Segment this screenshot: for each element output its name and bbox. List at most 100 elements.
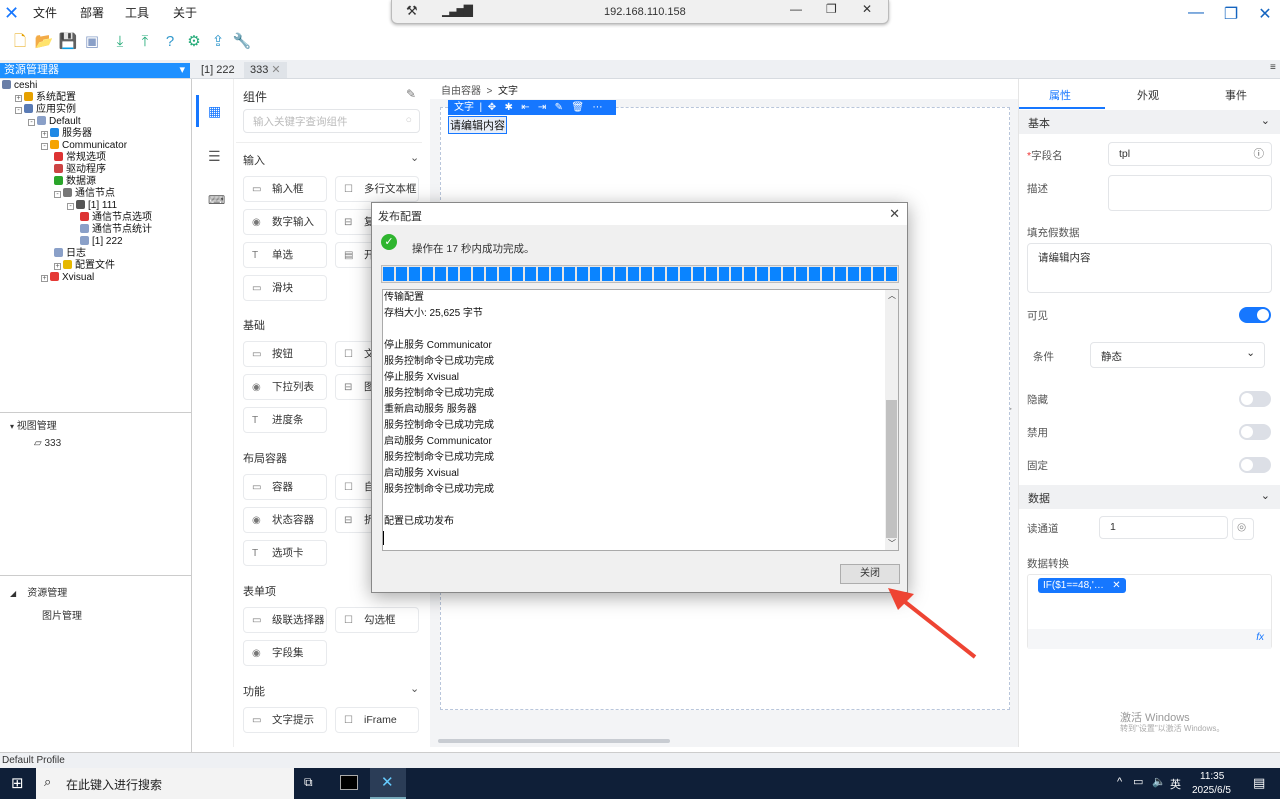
terminal-app-icon[interactable] [340,775,358,790]
more-icon[interactable]: ⋯ [592,102,602,113]
res-mgmt-header[interactable]: ◢ 资源管理 [10,584,67,599]
remote-close-button[interactable]: ✕ [862,2,872,16]
component-search-input[interactable]: 输入关键字查询组件 ○ [243,109,420,133]
basic-group-header[interactable]: 基本 ⌄ [1019,110,1280,134]
import-icon[interactable]: ⤓ [110,32,130,52]
chevron-down-icon[interactable]: ▾ [179,63,185,78]
edit-icon[interactable]: ✎ [555,102,563,113]
component-item[interactable]: ▭ 级联选择器 [243,607,327,633]
menu-about[interactable]: 关于 [173,4,197,21]
components-icon[interactable]: ▦ [208,103,221,120]
transform-box[interactable]: IF($1==48,'… ✕ fx [1027,574,1272,649]
task-view-icon[interactable]: ⧉ [304,775,313,790]
pin-off-icon[interactable]: ⚒ [406,3,418,19]
component-section-title[interactable]: 基础 [243,317,265,333]
tree-item[interactable]: - Default [2,116,152,128]
collapse-icon[interactable]: - [28,119,35,126]
component-item[interactable]: ◉ 字段集 [243,640,327,666]
collapse-icon[interactable]: - [54,191,61,198]
info-icon[interactable]: ⓘ [1254,146,1265,161]
remote-minimize-button[interactable]: — [790,2,802,16]
tree-item[interactable]: + 服务器 [2,128,152,140]
component-item[interactable]: T 单选 [243,242,327,268]
component-section-title[interactable]: 表单项 [243,583,276,599]
open-icon[interactable]: 📂 [34,32,54,52]
dialog-close-icon[interactable]: ✕ [889,206,900,222]
collapse-icon[interactable]: - [67,203,74,210]
horizontal-scrollbar[interactable] [438,739,670,743]
close-button[interactable]: ✕ [1253,4,1277,24]
fake-data-textarea[interactable]: 请编辑内容 [1027,243,1272,293]
function-icon[interactable]: fx [1256,632,1264,643]
component-item[interactable]: ◉ 状态容器 [243,507,327,533]
field-name-input[interactable]: tpl ⓘ [1108,142,1272,166]
tab-222[interactable]: [1] 222 [195,62,241,78]
hidden-toggle[interactable] [1239,391,1271,407]
code-icon[interactable]: ⌨ [208,193,225,207]
minimize-button[interactable]: — [1184,4,1208,24]
maximize-button[interactable]: ❐ [1219,4,1243,24]
tree-item[interactable]: 常规选项 [2,152,152,164]
tree-item[interactable]: 驱动程序 [2,164,152,176]
scroll-down-icon[interactable]: ﹀ [888,538,896,549]
expand-icon[interactable]: + [41,275,48,282]
save-icon[interactable]: 💾 [58,32,78,52]
menu-deploy[interactable]: 部署 [80,4,104,21]
component-item[interactable]: ▭ 滑块 [243,275,327,301]
breadcrumb-item[interactable]: 自由容器 [441,86,481,97]
view-mgmt-header[interactable]: ▾ 视图管理 [10,417,57,432]
fixed-toggle[interactable] [1239,457,1271,473]
scroll-up-icon[interactable]: ︿ [888,290,896,301]
read-channel-input[interactable]: 1 [1099,516,1228,539]
component-item[interactable]: ▭ 文字提示 [243,707,327,733]
component-item[interactable]: T 选项卡 [243,540,327,566]
chevron-down-icon[interactable]: ⌄ [410,682,419,695]
view-item-333[interactable]: ▱ 333 [34,438,61,449]
help-icon[interactable]: ? [160,32,180,52]
menu-tools[interactable]: 工具 [125,4,149,21]
upload-icon[interactable]: ⇪ [208,32,228,52]
taskbar-search[interactable]: ⌕ 在此键入进行搜索 [36,768,294,799]
tab-menu-icon[interactable]: ≡ [1270,62,1276,73]
component-item[interactable]: ◉ 数字输入 [243,209,327,235]
tree-item[interactable]: - 应用实例 [2,104,152,116]
scrollbar-thumb[interactable] [886,400,897,538]
tree-item[interactable]: + Xvisual [2,272,152,284]
component-item[interactable]: ☐ iFrame [335,707,419,733]
img-mgmt-item[interactable]: 图片管理 [42,607,82,622]
network-icon[interactable]: ▭ [1133,775,1143,788]
component-item[interactable]: T 进度条 [243,407,327,433]
move-icon[interactable]: ✥ [488,102,496,113]
disabled-toggle[interactable] [1239,424,1271,440]
bug-icon[interactable]: ✱ [504,102,512,113]
tree-item[interactable]: [1] 222 [2,236,152,248]
tree-item[interactable]: 数据源 [2,176,152,188]
tree-item[interactable]: + 系统配置 [2,92,152,104]
expand-icon[interactable]: + [15,95,22,102]
new-icon[interactable]: 🗋 [10,32,30,52]
clock-date[interactable]: 2025/6/5 [1192,785,1231,796]
collapse-icon[interactable]: - [15,107,22,114]
component-section-title[interactable]: 功能 [243,683,265,699]
tab-properties[interactable]: 属性 [1049,87,1071,103]
log-scrollbar[interactable]: ︿ ﹀ [885,290,898,550]
tree-item[interactable]: 通信节点统计 [2,224,152,236]
app-taskbar-button[interactable]: ✕ [370,768,406,799]
pin-icon[interactable]: ✎ [406,87,416,101]
component-item[interactable]: ▭ 按钮 [243,341,327,367]
component-item[interactable]: ▭ 容器 [243,474,327,500]
component-item[interactable]: ☐ 多行文本框 [335,176,419,202]
condition-select[interactable]: 静态 ⌄ [1090,342,1265,368]
tree-item[interactable]: - Communicator [2,140,152,152]
desc-textarea[interactable] [1108,175,1272,211]
menu-file[interactable]: 文件 [33,4,57,21]
chevron-down-icon[interactable]: ⌄ [410,151,419,164]
align-right-icon[interactable]: ⇥ [538,102,546,113]
collapse-icon[interactable]: - [41,143,48,150]
component-item[interactable]: ◉ 下拉列表 [243,374,327,400]
component-item[interactable]: ☐ 勾选框 [335,607,419,633]
clock-time[interactable]: 11:35 [1200,771,1224,782]
tray-chevron-icon[interactable]: ^ [1117,776,1122,788]
expand-icon[interactable]: + [54,263,61,270]
ime-indicator[interactable]: 英 [1170,776,1181,792]
